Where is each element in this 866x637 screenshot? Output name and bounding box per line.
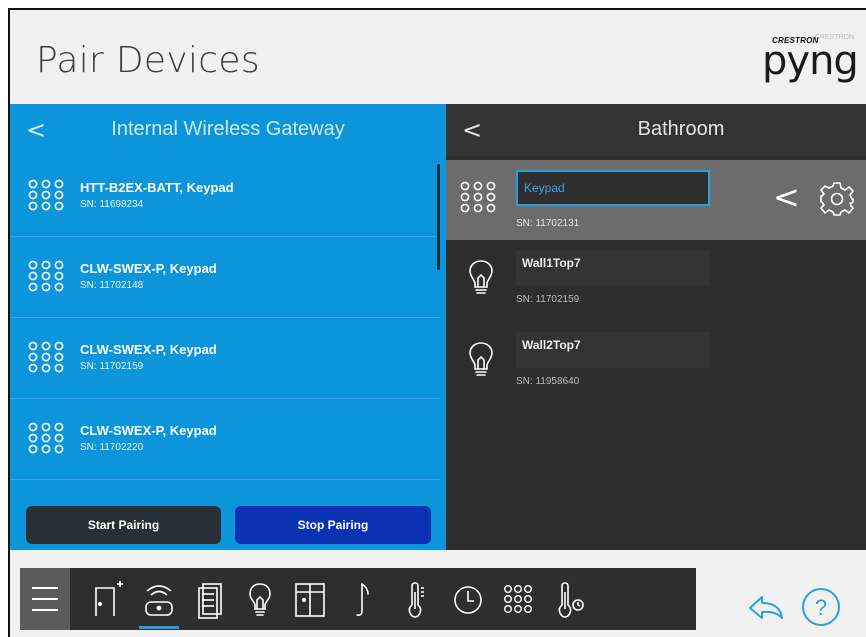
door-icon — [95, 581, 123, 616]
room-panel: < Bathroom Keypad SN: 11702131 < Wall1To… — [446, 104, 866, 550]
nav-keypads-button[interactable] — [498, 578, 538, 620]
device-name: CLW-SWEX-P, Keypad — [80, 423, 217, 438]
nav-climate-button[interactable] — [396, 578, 436, 620]
device-serial: SN: 11702220 — [80, 442, 144, 453]
lightbulb-icon — [249, 583, 271, 616]
app-frame: Pair Devices CRESTRON CRESTRON pyng < In… — [8, 8, 866, 637]
device-name: HTT-B2EX-BATT, Keypad — [80, 180, 234, 195]
load-row[interactable]: Wall1Top7 SN: 11702159 — [446, 242, 866, 322]
brand-logo: CRESTRON CRESTRON pyng — [748, 30, 859, 90]
device-serial: SN: 11702131 — [516, 218, 580, 229]
temperature-sensor-icon — [558, 582, 584, 618]
keypad-icon — [28, 260, 64, 292]
load-serial: SN: 11702159 — [516, 294, 580, 305]
shades-icon — [198, 583, 222, 619]
menu-button[interactable] — [20, 568, 70, 630]
device-list-scrollbar[interactable] — [437, 164, 440, 270]
active-tab-indicator — [139, 626, 179, 629]
keypad-icon — [28, 179, 64, 211]
device-serial: SN: 11702148 — [80, 280, 144, 291]
gateway-icon — [145, 585, 173, 616]
room-back-button[interactable]: < — [462, 116, 482, 144]
nav-schedule-button[interactable] — [448, 578, 488, 620]
device-name-input[interactable]: Keypad — [516, 170, 710, 206]
load-name: Wall2Top7 — [516, 332, 710, 368]
nav-sensors-button[interactable] — [550, 578, 590, 620]
stop-pairing-button[interactable]: Stop Pairing — [235, 506, 431, 544]
help-icon[interactable]: ? — [800, 586, 842, 628]
nav-lights-button[interactable] — [240, 578, 280, 620]
nav-gateway-button[interactable] — [139, 578, 179, 620]
device-list-item[interactable]: CLW-SWEX-P, Keypad SN: 11702159 — [10, 318, 440, 399]
keypad-icon — [28, 422, 64, 454]
load-row[interactable]: Wall2Top7 SN: 11958640 — [446, 324, 866, 404]
room-title: Bathroom — [637, 118, 725, 140]
music-icon — [356, 583, 369, 616]
gateway-title: Internal Wireless Gateway — [111, 118, 345, 140]
start-pairing-button[interactable]: Start Pairing — [26, 506, 221, 544]
thermometer-icon — [408, 582, 424, 618]
lightbulb-icon — [469, 342, 493, 376]
help-glyph: ? — [815, 595, 827, 620]
gear-icon[interactable] — [818, 180, 856, 218]
device-serial: SN: 11702159 — [80, 361, 144, 372]
room-panel-header: < Bathroom — [446, 104, 866, 156]
nav-windows-button[interactable] — [290, 578, 330, 620]
back-icon[interactable] — [746, 590, 786, 626]
device-list: HTT-B2EX-BATT, Keypad SN: 11698234 CLW-S… — [10, 156, 440, 480]
selected-device-row[interactable]: Keypad SN: 11702131 < — [446, 160, 866, 240]
nav-shades-button[interactable] — [190, 578, 230, 620]
page-title: Pair Devices — [36, 40, 260, 81]
unassign-chevron-button[interactable]: < — [773, 178, 800, 216]
keypad-icon — [503, 584, 533, 614]
gateway-panel: < Internal Wireless Gateway HTT-B2EX-BAT… — [10, 104, 446, 550]
nav-doors-button[interactable] — [88, 578, 128, 620]
window-icon — [295, 583, 325, 617]
gateway-panel-header: < Internal Wireless Gateway — [10, 104, 446, 154]
header: Pair Devices CRESTRON CRESTRON pyng — [10, 10, 866, 104]
nav-music-button[interactable] — [342, 578, 382, 620]
device-list-item[interactable]: HTT-B2EX-BATT, Keypad SN: 11698234 — [10, 156, 440, 237]
load-serial: SN: 11958640 — [516, 376, 580, 387]
device-list-item[interactable]: CLW-SWEX-P, Keypad SN: 11702148 — [10, 237, 440, 318]
clock-icon — [454, 586, 482, 614]
bottom-bar: ? — [10, 550, 866, 637]
nav-strip — [20, 568, 696, 630]
device-serial: SN: 11698234 — [80, 199, 144, 210]
keypad-icon — [28, 341, 64, 373]
keypad-icon — [460, 181, 496, 213]
brand-name: pyng — [762, 38, 859, 84]
load-name: Wall1Top7 — [516, 250, 710, 286]
device-list-item[interactable]: CLW-SWEX-P, Keypad SN: 11702220 — [10, 399, 440, 480]
menu-icon — [32, 587, 58, 611]
device-name: CLW-SWEX-P, Keypad — [80, 342, 217, 357]
device-name: CLW-SWEX-P, Keypad — [80, 261, 217, 276]
lightbulb-icon — [469, 260, 493, 294]
